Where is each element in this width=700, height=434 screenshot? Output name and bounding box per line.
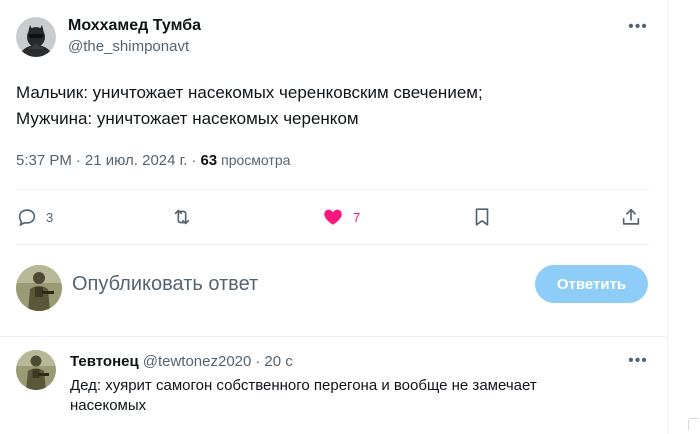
- tweet-time[interactable]: 5:37 PM: [16, 151, 72, 171]
- action-bar: 3 7: [16, 200, 650, 234]
- reply-time[interactable]: 20 с: [264, 352, 292, 372]
- author-handle[interactable]: @the_shimponavt: [68, 37, 201, 57]
- retweet-icon: [170, 206, 194, 228]
- bookmark-icon: [471, 206, 493, 228]
- reply-text: Дед: хуярит самогон собственного перегон…: [70, 377, 537, 414]
- bookmark-button[interactable]: [471, 200, 493, 234]
- reply-icon: [16, 206, 38, 228]
- views-count[interactable]: 63: [200, 151, 217, 171]
- views-label[interactable]: просмотра: [221, 150, 290, 170]
- tweet-text: Мальчик: уничтожает насекомых черенковск…: [16, 83, 483, 128]
- reply-input[interactable]: Опубликовать ответ: [72, 270, 258, 298]
- scroll-corner: [688, 418, 698, 430]
- reply-count: 3: [46, 209, 54, 225]
- tweet-meta: 5:37 PM · 21 июл. 2024 г. · 63 просмотра: [16, 150, 290, 171]
- reply-header: Тевтонец @tewtonez2020 · 20 с: [70, 352, 293, 372]
- tweet-date[interactable]: 21 июл. 2024 г.: [85, 151, 188, 171]
- share-button[interactable]: [620, 200, 642, 234]
- author-name[interactable]: Моххамед Тумба: [68, 16, 201, 36]
- like-count: 7: [353, 209, 361, 225]
- author-avatar[interactable]: [16, 16, 56, 57]
- reply-button[interactable]: 3: [16, 200, 53, 234]
- divider: [16, 189, 650, 190]
- right-sidebar-edge: [668, 0, 700, 434]
- reply-submit-button[interactable]: Ответить: [535, 265, 648, 303]
- tweet-column: Моххамед Тумба @the_shimponavt ••• Мальч…: [0, 0, 668, 434]
- meta-separator: ·: [75, 152, 81, 169]
- like-button[interactable]: 7: [321, 200, 360, 234]
- retweet-button[interactable]: [170, 200, 202, 234]
- reply-author-name[interactable]: Тевтонец: [70, 352, 139, 372]
- divider: [0, 336, 668, 337]
- reply-author-handle[interactable]: @tewtonez2020: [143, 352, 252, 372]
- more-icon[interactable]: •••: [626, 18, 650, 42]
- like-icon: [321, 206, 345, 228]
- reply-author-avatar[interactable]: [16, 350, 56, 390]
- reply-separator: ·: [255, 353, 261, 370]
- share-icon: [620, 206, 642, 228]
- tweet-author[interactable]: Моххамед Тумба @the_shimponavt: [16, 16, 201, 57]
- user-avatar[interactable]: [16, 265, 62, 311]
- reply-more-icon[interactable]: •••: [626, 352, 650, 376]
- meta-separator: ·: [191, 152, 197, 169]
- divider: [16, 244, 650, 245]
